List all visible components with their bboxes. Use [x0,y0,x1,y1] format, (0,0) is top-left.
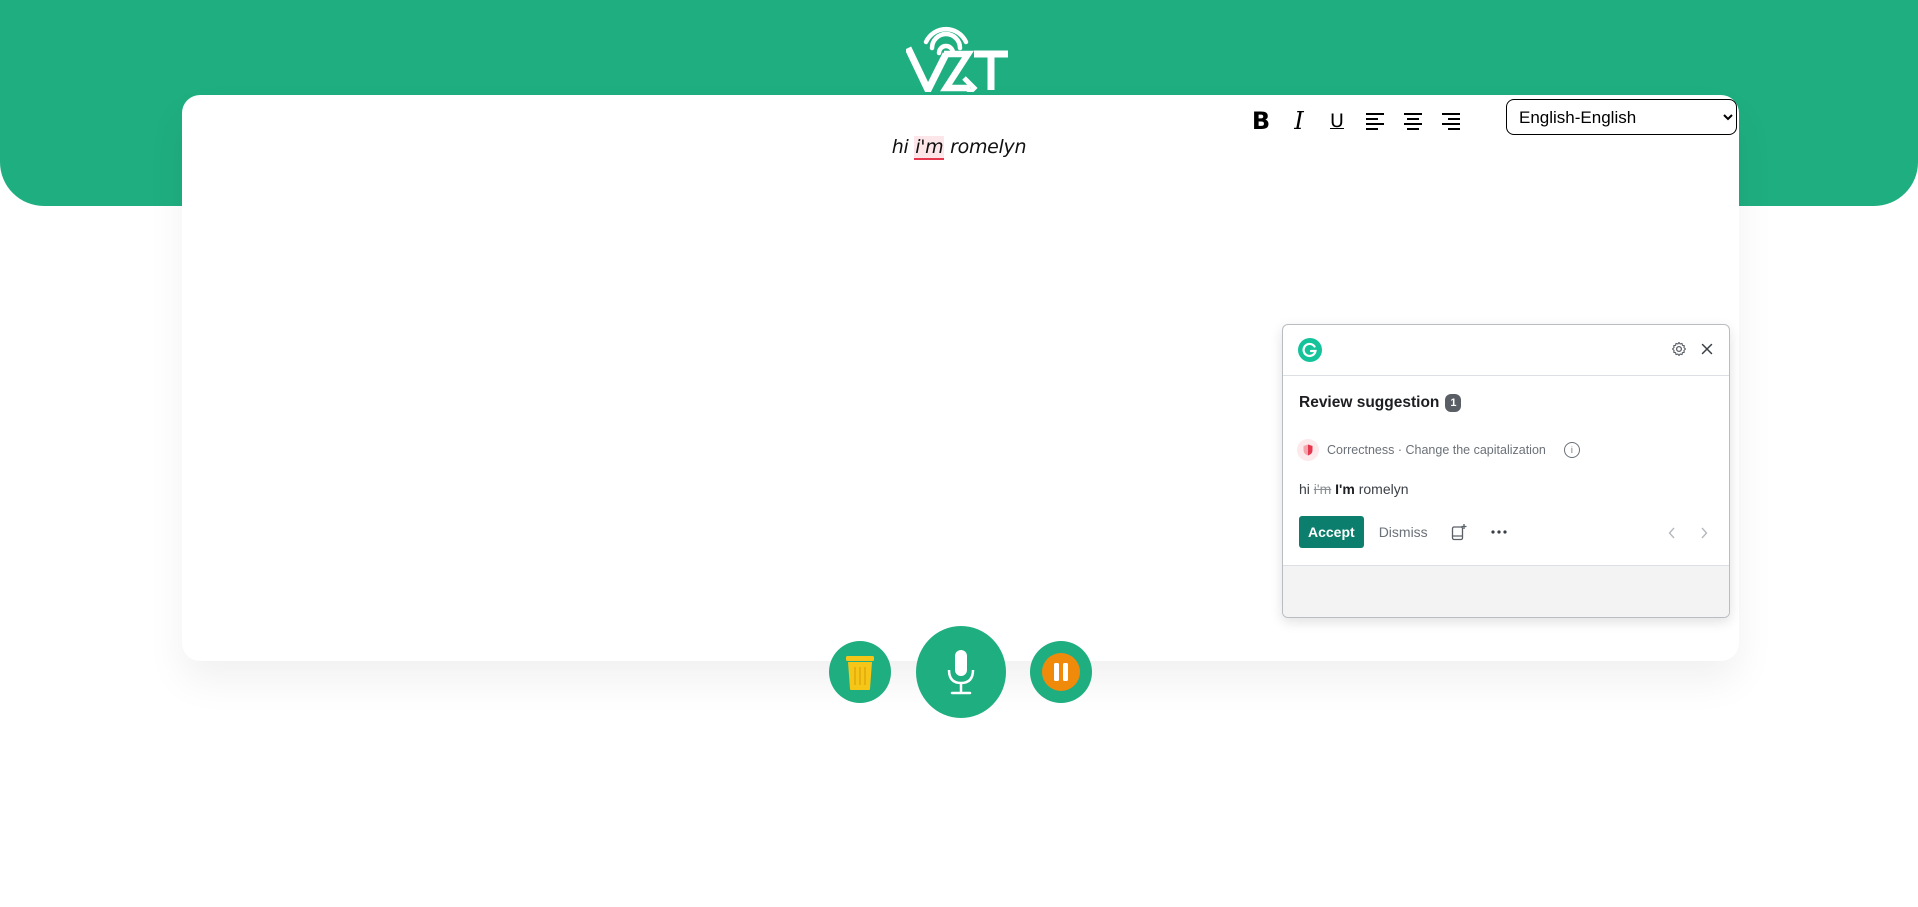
suggestion-count-badge: 1 [1445,394,1462,412]
preview-before: hi [1299,481,1314,497]
editor-content[interactable]: hi i'm romelyn [0,136,1918,160]
align-right-icon [1442,112,1460,130]
editor-text-after: romelyn [944,136,1027,158]
pause-button[interactable] [1030,641,1092,703]
align-left-icon [1366,112,1384,130]
microphone-icon [947,650,975,695]
italic-label: I [1294,107,1304,135]
flagged-word[interactable]: i'm [914,136,945,160]
align-center-icon [1404,112,1422,130]
underline-button[interactable]: U [1318,106,1356,136]
suggestion-title: Review suggestion [1299,394,1440,411]
grammarly-logo-icon [1298,338,1322,362]
grammarly-suggestion-panel: Review suggestion 1 Correctness · Change… [1282,324,1730,618]
italic-button[interactable]: I [1280,106,1318,136]
suggestion-category: Correctness · Change the capitalization [1327,443,1546,457]
close-icon[interactable] [1697,339,1717,359]
underline-label: U [1330,110,1344,132]
grammarly-panel-footer [1283,565,1729,617]
next-suggestion-icon[interactable] [1697,526,1711,540]
align-left-button[interactable] [1356,106,1394,136]
language-select[interactable]: English-English [1506,99,1737,135]
preview-after: romelyn [1354,481,1409,497]
add-to-dictionary-icon[interactable] [1450,523,1468,541]
suggestion-category-row: Correctness · Change the capitalization … [1297,439,1580,461]
align-right-button[interactable] [1432,106,1470,136]
suggestion-preview: hi i'm I'm romelyn [1299,481,1409,497]
suggestion-title-row: Review suggestion 1 [1299,394,1462,412]
pause-icon [1042,653,1080,691]
accept-button[interactable]: Accept [1299,516,1364,548]
gear-icon[interactable] [1669,339,1689,359]
preview-inserted: I'm [1335,481,1355,497]
previous-suggestion-icon[interactable] [1665,526,1679,540]
bold-label: B [1251,107,1271,135]
trash-icon [846,656,874,690]
preview-removed: i'm [1313,481,1332,497]
microphone-button[interactable] [916,626,1006,718]
grammarly-panel-header [1283,325,1729,376]
vzt-logo [906,26,1008,92]
align-center-button[interactable] [1394,106,1432,136]
more-options-icon[interactable] [1490,523,1508,541]
delete-button[interactable] [829,641,891,703]
editor-text-before: hi [891,136,915,158]
correctness-shield-icon [1297,439,1319,461]
suggestion-actions: Accept Dismiss [1299,516,1508,548]
format-toolbar: B I U [1242,106,1470,136]
bold-button[interactable]: B [1242,106,1280,136]
info-icon[interactable]: i [1563,442,1580,458]
dismiss-button[interactable]: Dismiss [1379,524,1428,540]
